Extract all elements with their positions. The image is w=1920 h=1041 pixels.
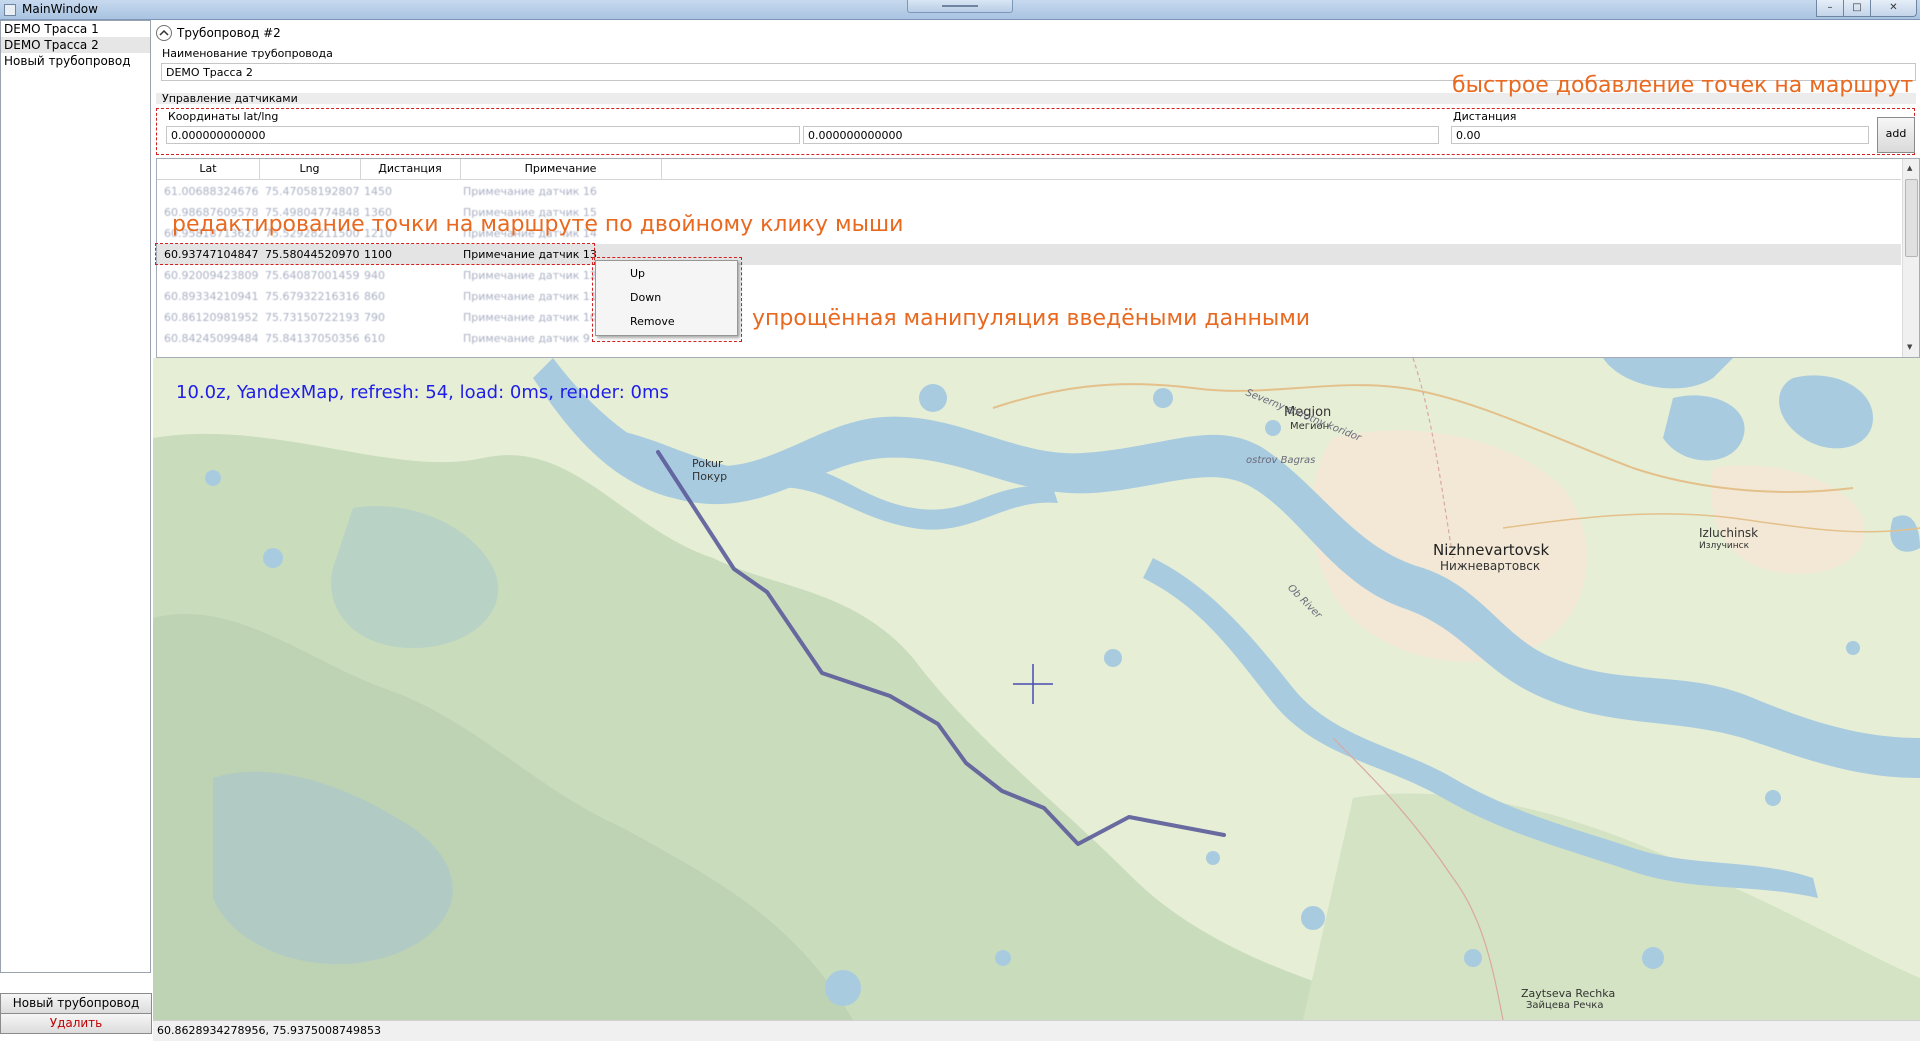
map-label-pokur: Pokur xyxy=(692,457,723,470)
edit-row-highlight xyxy=(155,243,595,265)
grid-header: Lat Lng Дистанция Примечание xyxy=(157,159,1901,180)
annotation-edit: редактирование точки на маршруте по двой… xyxy=(172,212,904,237)
context-menu: Up Down Remove xyxy=(595,260,738,336)
status-coordinates: 60.8628934278956, 75.9375008749853 xyxy=(157,1024,381,1037)
table-row[interactable]: 61.00688324676 75.47058192807 1450 Приме… xyxy=(157,181,1901,202)
coords-label: Координаты lat/lng xyxy=(168,110,279,123)
cell-note: Примечание датчик 11 xyxy=(463,290,597,303)
cell-lat: 60.86120981952 xyxy=(164,311,259,324)
table-row[interactable]: 60.89334210941 75.67932216316 860 Примеч… xyxy=(157,286,1901,307)
title-grip-handle[interactable] xyxy=(907,0,1013,13)
cell-lng: 75.84137050356 xyxy=(265,332,360,345)
list-item[interactable]: Новый трубопровод xyxy=(1,53,150,69)
cell-lng: 75.73150722193 xyxy=(265,311,360,324)
cell-distance: 610 xyxy=(364,332,385,345)
name-label: Наименование трубопровода xyxy=(162,47,333,60)
lng-input[interactable]: 0.000000000000 xyxy=(803,126,1439,144)
crosshair-icon xyxy=(1013,664,1053,704)
cell-lat: 61.00688324676 xyxy=(164,185,259,198)
cell-note: Примечание датчик 16 xyxy=(463,185,597,198)
cell-distance: 940 xyxy=(364,269,385,282)
distance-label: Дистанция xyxy=(1453,110,1517,123)
list-item-selected[interactable]: DEMO Трасса 2 xyxy=(1,37,150,53)
minimize-button[interactable]: – xyxy=(1816,0,1844,17)
menu-item-up[interactable]: Up xyxy=(630,264,645,284)
window-title: MainWindow xyxy=(22,2,98,16)
cell-note: Примечание датчик 12 xyxy=(463,269,597,282)
sensors-label: Управление датчиками xyxy=(162,92,298,105)
scroll-down-icon[interactable]: ▼ xyxy=(1907,343,1912,351)
scroll-thumb[interactable] xyxy=(1905,179,1918,257)
table-row[interactable]: 60.92009423809 75.64087001459 940 Примеч… xyxy=(157,265,1901,286)
annotation-quick-add: быстрое добавление точек на маршрут xyxy=(1452,73,1914,98)
cell-note: Примечание датчик 10 xyxy=(463,311,597,324)
cell-lng: 75.64087001459 xyxy=(265,269,360,282)
app-icon xyxy=(4,4,16,16)
map-status-text: 10.0z, YandexMap, refresh: 54, load: 0ms… xyxy=(176,382,669,403)
maximize-button[interactable]: □ xyxy=(1843,0,1871,17)
column-header-lng[interactable]: Lng xyxy=(259,159,361,179)
map-label-ostrov: ostrov Bagras xyxy=(1246,455,1316,466)
distance-input[interactable]: 0.00 xyxy=(1451,126,1869,144)
cell-distance: 860 xyxy=(364,290,385,303)
column-header-distance[interactable]: Дистанция xyxy=(360,159,461,179)
close-button[interactable]: ✕ xyxy=(1870,0,1917,17)
map-view[interactable]: 10.0z, YandexMap, refresh: 54, load: 0ms… xyxy=(153,358,1920,1020)
menu-item-down[interactable]: Down xyxy=(630,288,661,308)
map-label-pokur-ru: Покур xyxy=(692,470,728,483)
column-header-note[interactable]: Примечание xyxy=(460,159,662,179)
cell-lat: 60.89334210941 xyxy=(164,290,259,303)
add-button[interactable]: add xyxy=(1877,117,1915,153)
table-row[interactable]: 60.84245099484 75.84137050356 610 Примеч… xyxy=(157,328,1901,349)
cell-lat: 60.84245099484 xyxy=(164,332,259,345)
map-label-nizhnevartovsk-ru: Нижневартовск xyxy=(1440,559,1541,573)
window-title-bar: MainWindow – □ ✕ xyxy=(0,0,1920,20)
grid-scrollbar[interactable]: ▲ ▼ xyxy=(1902,159,1919,357)
scroll-up-icon[interactable]: ▲ xyxy=(1907,164,1912,172)
map-label-izluchinsk-ru: Излучинск xyxy=(1699,541,1750,551)
cell-distance: 790 xyxy=(364,311,385,324)
map-label-zaytseva-ru: Зайцева Речка xyxy=(1526,1000,1604,1011)
pipeline-list[interactable]: DEMO Трасса 1 DEMO Трасса 2 Новый трубоп… xyxy=(0,20,151,973)
cell-lng: 75.47058192807 xyxy=(265,185,360,198)
cell-lng: 75.67932216316 xyxy=(265,290,360,303)
status-bar: 60.8628934278956, 75.9375008749853 xyxy=(153,1020,1920,1041)
collapse-icon[interactable] xyxy=(156,25,172,41)
map-label-izluchinsk: Izluchinsk xyxy=(1699,526,1759,540)
column-header-lat[interactable]: Lat xyxy=(157,159,260,179)
delete-button[interactable]: Удалить xyxy=(0,1013,152,1034)
cell-lat: 60.92009423809 xyxy=(164,269,259,282)
pipeline-title: Трубопровод #2 xyxy=(177,26,281,40)
list-item[interactable]: DEMO Трасса 1 xyxy=(1,21,150,37)
map-label-zaytseva: Zaytseva Rechka xyxy=(1521,987,1616,1000)
map-label-nizhnevartovsk: Nizhnevartovsk xyxy=(1433,541,1550,559)
cell-distance: 1450 xyxy=(364,185,392,198)
annotation-manipulate: упрощённая манипуляция введёными данными xyxy=(752,306,1311,331)
new-pipeline-button[interactable]: Новый трубопровод xyxy=(0,993,152,1014)
cell-note: Примечание датчик 9 xyxy=(463,332,590,345)
lat-input[interactable]: 0.000000000000 xyxy=(166,126,800,144)
menu-item-remove[interactable]: Remove xyxy=(630,312,675,332)
